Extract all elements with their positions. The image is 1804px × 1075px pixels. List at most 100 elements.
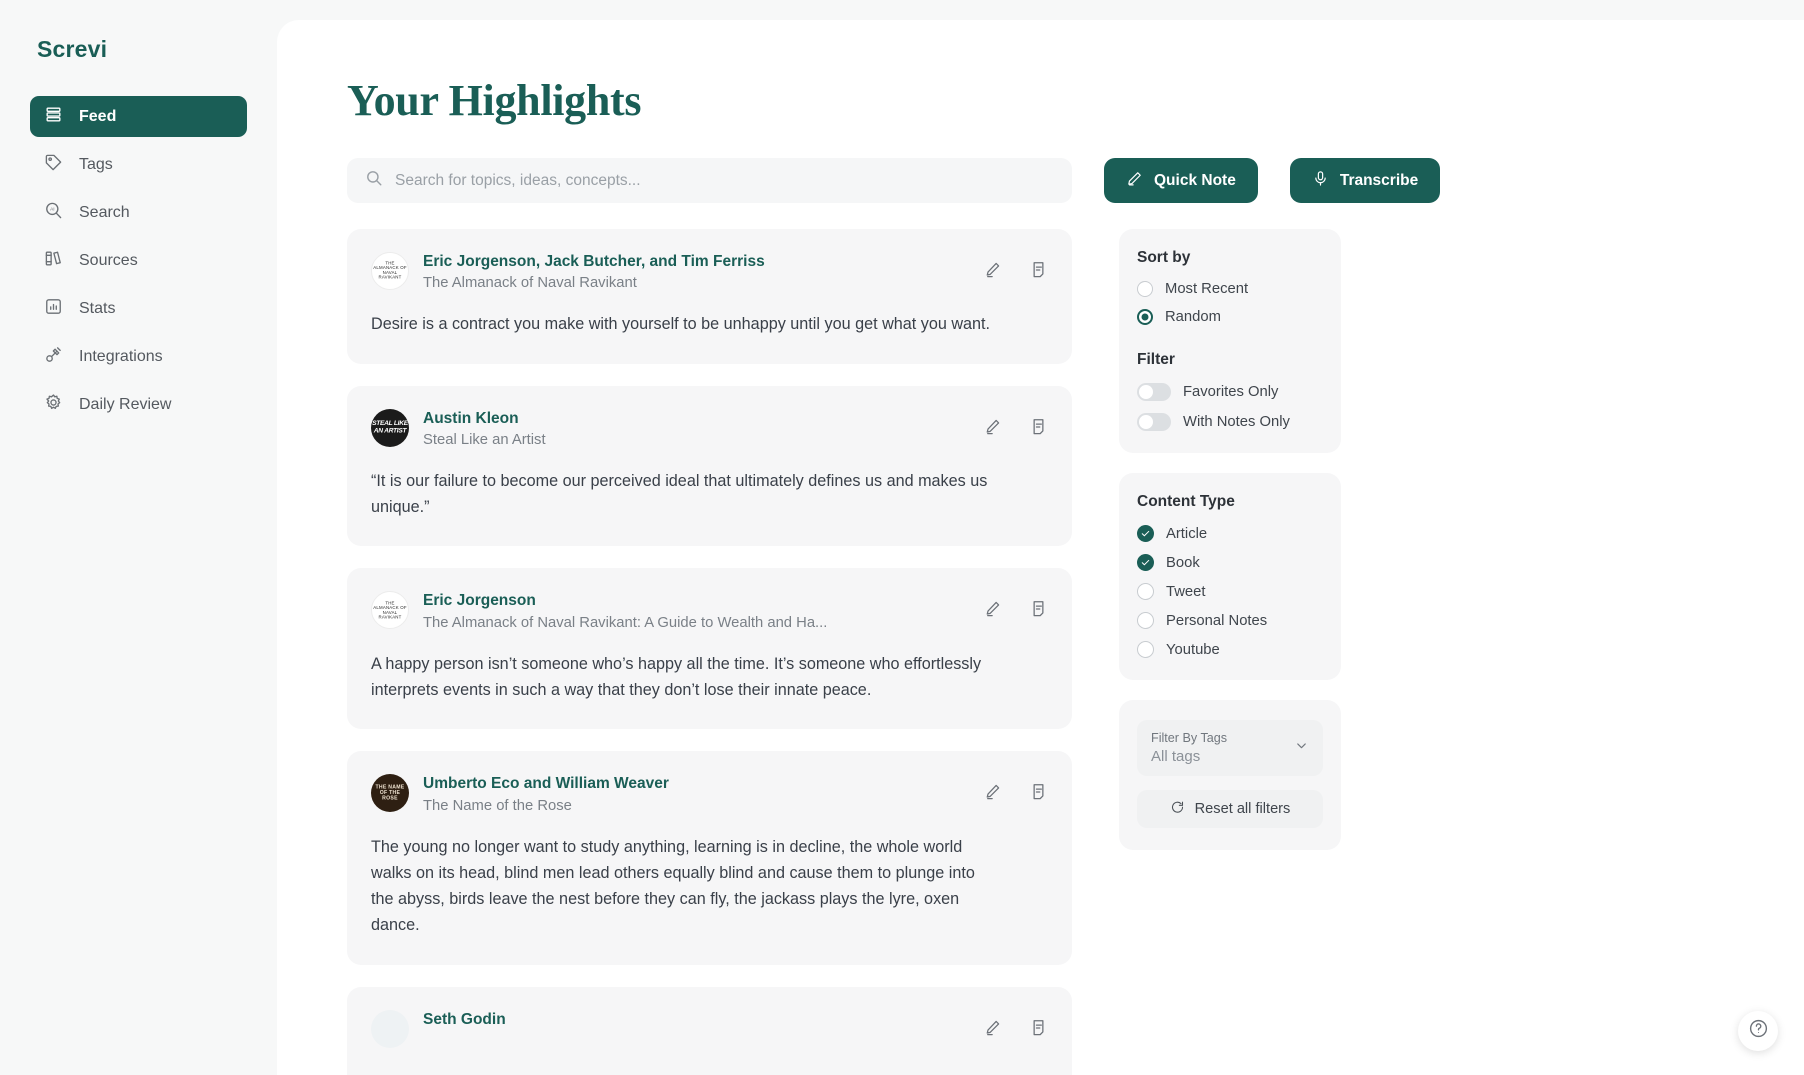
help-button[interactable]	[1738, 1011, 1778, 1051]
highlight-card[interactable]: THE ALMANACK OF NAVAL RAVIKANT Eric Jorg…	[347, 568, 1072, 730]
microphone-icon	[1312, 170, 1329, 192]
sort-option-random[interactable]: Random	[1137, 309, 1323, 325]
highlight-card[interactable]: THE ALMANACK OF NAVAL RAVIKANT Eric Jorg…	[347, 229, 1072, 364]
sidebar-item-integrations[interactable]: Integrations	[30, 336, 247, 377]
chart-icon	[44, 297, 63, 321]
help-circle-icon	[1748, 1018, 1769, 1044]
filter-by-tags-value: All tags	[1151, 748, 1201, 765]
highlight-author[interactable]: Eric Jorgenson	[423, 591, 983, 610]
sidebar-item-feed[interactable]: Feed	[30, 96, 247, 137]
content-type-youtube[interactable]: Youtube	[1137, 641, 1323, 658]
search-input[interactable]	[395, 171, 1054, 190]
avatar-text: STEAL LIKE AN ARTIST	[372, 420, 408, 435]
card-header: STEAL LIKE AN ARTIST Austin Kleon Steal …	[371, 408, 1048, 448]
sort-filter-panel: Sort by Most Recent Random Filter Favori…	[1119, 229, 1341, 453]
content-type-panel: Content Type Article Book Tweet Personal…	[1119, 473, 1341, 680]
filter-by-tags-select[interactable]: Filter By Tags All tags	[1137, 720, 1323, 776]
avatar: THE ALMANACK OF NAVAL RAVIKANT	[371, 591, 409, 630]
toggle-favorites-only[interactable]	[1137, 383, 1171, 401]
filter-with-notes-only[interactable]: With Notes Only	[1137, 413, 1323, 431]
feed-icon	[44, 105, 63, 129]
sort-option-most-recent[interactable]: Most Recent	[1137, 281, 1323, 297]
highlight-source: The Name of the Rose	[423, 797, 572, 814]
radio-most-recent[interactable]	[1137, 281, 1153, 297]
card-meta: Seth Godin	[423, 1009, 983, 1033]
sort-option-label: Random	[1165, 309, 1221, 325]
edit-highlight-icon[interactable]	[983, 599, 1002, 618]
tags-select-text: Filter By Tags All tags	[1151, 731, 1227, 765]
highlight-author[interactable]: Umberto Eco and William Weaver	[423, 774, 983, 793]
quick-note-button[interactable]: Quick Note	[1104, 158, 1258, 203]
avatar-text: THE ALMANACK OF NAVAL RAVIKANT	[373, 260, 407, 280]
toggle-label: With Notes Only	[1183, 414, 1290, 430]
books-icon	[44, 249, 63, 273]
add-note-icon[interactable]	[1029, 599, 1048, 618]
sidebar-item-label: Sources	[79, 251, 138, 269]
reset-all-filters-button[interactable]: Reset all filters	[1137, 790, 1323, 828]
content-type-personal-notes[interactable]: Personal Notes	[1137, 612, 1323, 629]
highlight-card[interactable]: Seth Godin	[347, 986, 1072, 1075]
content-type-label: Book	[1166, 554, 1200, 571]
toggle-label: Favorites Only	[1183, 384, 1279, 400]
sidebar-item-search[interactable]: AI Search	[30, 192, 247, 233]
search-bar[interactable]	[347, 158, 1072, 203]
card-header: THE ALMANACK OF NAVAL RAVIKANT Eric Jorg…	[371, 251, 1048, 291]
add-note-icon[interactable]	[1029, 417, 1048, 436]
checkbox-personal-notes[interactable]	[1137, 612, 1154, 629]
highlights-feed: THE ALMANACK OF NAVAL RAVIKANT Eric Jorg…	[347, 229, 1072, 1075]
highlight-quote: “It is our failure to become our perceiv…	[371, 471, 988, 517]
card-meta: Umberto Eco and William Weaver The Name …	[423, 773, 983, 813]
check-icon	[1141, 530, 1150, 537]
content-type-tweet[interactable]: Tweet	[1137, 583, 1323, 600]
add-note-icon[interactable]	[1029, 782, 1048, 801]
refresh-icon	[1170, 800, 1185, 819]
checkbox-youtube[interactable]	[1137, 641, 1154, 658]
sidebar-item-label: Tags	[79, 155, 113, 173]
card-actions	[983, 590, 1048, 618]
ai-search-icon: AI	[44, 201, 63, 225]
checkbox-article[interactable]	[1137, 525, 1154, 542]
edit-highlight-icon[interactable]	[983, 1018, 1002, 1037]
avatar: THE NAME OF THE ROSE	[371, 774, 409, 813]
highlight-card[interactable]: STEAL LIKE AN ARTIST Austin Kleon Steal …	[347, 385, 1072, 547]
plug-icon	[44, 345, 63, 369]
card-actions	[983, 773, 1048, 801]
sidebar-item-stats[interactable]: Stats	[30, 288, 247, 329]
sort-option-label: Most Recent	[1165, 281, 1249, 297]
filter-favorites-only[interactable]: Favorites Only	[1137, 383, 1323, 401]
filters-rail: Sort by Most Recent Random Filter Favori…	[1119, 229, 1341, 1075]
highlight-author[interactable]: Seth Godin	[423, 1010, 983, 1029]
content-type-label: Personal Notes	[1166, 612, 1268, 629]
content-type-book[interactable]: Book	[1137, 554, 1323, 571]
edit-highlight-icon[interactable]	[983, 782, 1002, 801]
avatar: THE ALMANACK OF NAVAL RAVIKANT	[371, 252, 409, 290]
edit-highlight-icon[interactable]	[983, 260, 1002, 279]
card-header: Seth Godin	[371, 1009, 1048, 1048]
sidebar-item-label: Stats	[79, 299, 116, 317]
app-root: Screvi Feed Tags AI Search Sources Stats…	[0, 0, 1804, 1075]
checkbox-tweet[interactable]	[1137, 583, 1154, 600]
sidebar-item-daily-review[interactable]: Daily Review	[30, 384, 247, 425]
main-content: Your Highlights Quick Note Transcribe	[277, 20, 1804, 1075]
content-type-article[interactable]: Article	[1137, 525, 1323, 542]
sidebar-item-sources[interactable]: Sources	[30, 240, 247, 281]
highlight-author[interactable]: Eric Jorgenson, Jack Butcher, and Tim Fe…	[423, 252, 983, 271]
transcribe-button[interactable]: Transcribe	[1289, 158, 1441, 203]
checkbox-book[interactable]	[1137, 554, 1154, 571]
highlight-author[interactable]: Austin Kleon	[423, 409, 983, 428]
sidebar-item-tags[interactable]: Tags	[30, 144, 247, 185]
highlight-card[interactable]: THE NAME OF THE ROSE Umberto Eco and Wil…	[347, 751, 1072, 965]
card-header: THE NAME OF THE ROSE Umberto Eco and Wil…	[371, 773, 1048, 814]
radio-random[interactable]	[1137, 309, 1153, 325]
reset-label: Reset all filters	[1194, 801, 1291, 817]
highlight-source: The Almanack of Naval Ravikant	[423, 275, 637, 292]
add-note-icon[interactable]	[1029, 1018, 1048, 1037]
card-meta: Eric Jorgenson The Almanack of Naval Rav…	[423, 590, 983, 630]
transcribe-label: Transcribe	[1339, 171, 1419, 189]
highlight-source: Steal Like an Artist	[423, 431, 546, 448]
add-note-icon[interactable]	[1029, 260, 1048, 279]
toggle-with-notes-only[interactable]	[1137, 413, 1171, 431]
edit-highlight-icon[interactable]	[983, 417, 1002, 436]
check-icon	[1141, 559, 1150, 566]
tags-panel: Filter By Tags All tags Reset all filter…	[1119, 700, 1341, 850]
